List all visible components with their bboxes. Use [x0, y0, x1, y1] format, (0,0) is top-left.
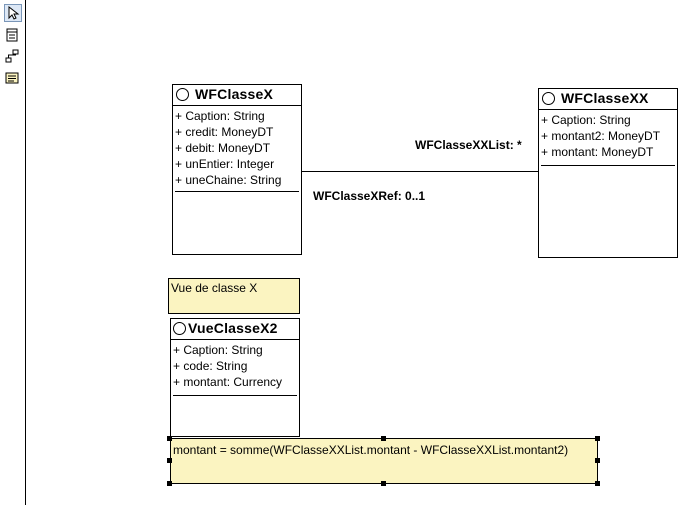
class-name: WFClasseXX	[561, 90, 649, 106]
note-icon	[5, 72, 19, 84]
class-header: WFClasseX	[173, 85, 301, 106]
attribute: + code: String	[173, 359, 248, 373]
selection-handle[interactable]	[595, 436, 600, 441]
attribute: + unEntier: Integer	[175, 157, 275, 171]
selection-handle[interactable]	[167, 436, 172, 441]
role-label-xref: WFClasseXRef: 0..1	[313, 189, 426, 203]
association-icon	[5, 49, 19, 63]
class-icon	[6, 28, 18, 42]
class-box-vueclassex2[interactable]: VueClasseX2 + Caption: String + code: St…	[170, 318, 300, 437]
operations-separator	[175, 191, 299, 192]
attribute-list: + Caption: String + montant2: MoneyDT + …	[539, 110, 677, 160]
class-name: WFClasseX	[195, 86, 274, 102]
attribute: + montant2: MoneyDT	[541, 129, 661, 143]
attribute: + Caption: String	[173, 343, 263, 357]
note-vue-de-classe[interactable]: Vue de classe X	[168, 278, 300, 314]
class-circle-icon	[173, 322, 186, 335]
attribute-list: + Caption: String + credit: MoneyDT + de…	[173, 106, 301, 188]
class-name: VueClasseX2	[188, 320, 278, 336]
class-circle-icon	[176, 88, 189, 101]
diagram-toolbar	[0, 0, 26, 505]
attribute: + Caption: String	[175, 109, 265, 123]
selection-handle[interactable]	[381, 436, 386, 441]
note-formula[interactable]: montant = somme(WFClasseXXList.montant -…	[170, 438, 598, 484]
class-header: VueClasseX2	[171, 319, 299, 340]
attribute: + Caption: String	[541, 113, 631, 127]
attribute-list: + Caption: String + code: String + monta…	[171, 340, 299, 390]
class-box-wfclassex[interactable]: WFClasseX + Caption: String + credit: Mo…	[172, 84, 302, 255]
pointer-tool-button[interactable]	[4, 4, 22, 22]
association-tool-button[interactable]	[4, 48, 22, 66]
association-line[interactable]	[301, 171, 539, 172]
role-label-xxlist: WFClasseXXList: *	[415, 138, 522, 152]
selection-handle[interactable]	[595, 481, 600, 486]
attribute: + montant: MoneyDT	[541, 145, 654, 159]
selection-handle[interactable]	[167, 481, 172, 486]
attribute: + debit: MoneyDT	[175, 141, 271, 155]
selection-handle[interactable]	[381, 481, 386, 486]
operations-separator	[173, 395, 297, 396]
selection-handle[interactable]	[167, 458, 172, 463]
class-tool-button[interactable]	[4, 27, 22, 45]
class-box-wfclassexx[interactable]: WFClasseXX + Caption: String + montant2:…	[538, 88, 678, 258]
selection-handle[interactable]	[595, 458, 600, 463]
operations-separator	[541, 165, 675, 166]
attribute: + montant: Currency	[173, 375, 283, 389]
note-tool-button[interactable]	[4, 70, 22, 88]
class-circle-icon	[542, 92, 555, 105]
attribute: + uneChaine: String	[175, 173, 282, 187]
pointer-arrow-icon	[8, 6, 20, 20]
attribute: + credit: MoneyDT	[175, 125, 274, 139]
class-header: WFClasseXX	[539, 89, 677, 110]
